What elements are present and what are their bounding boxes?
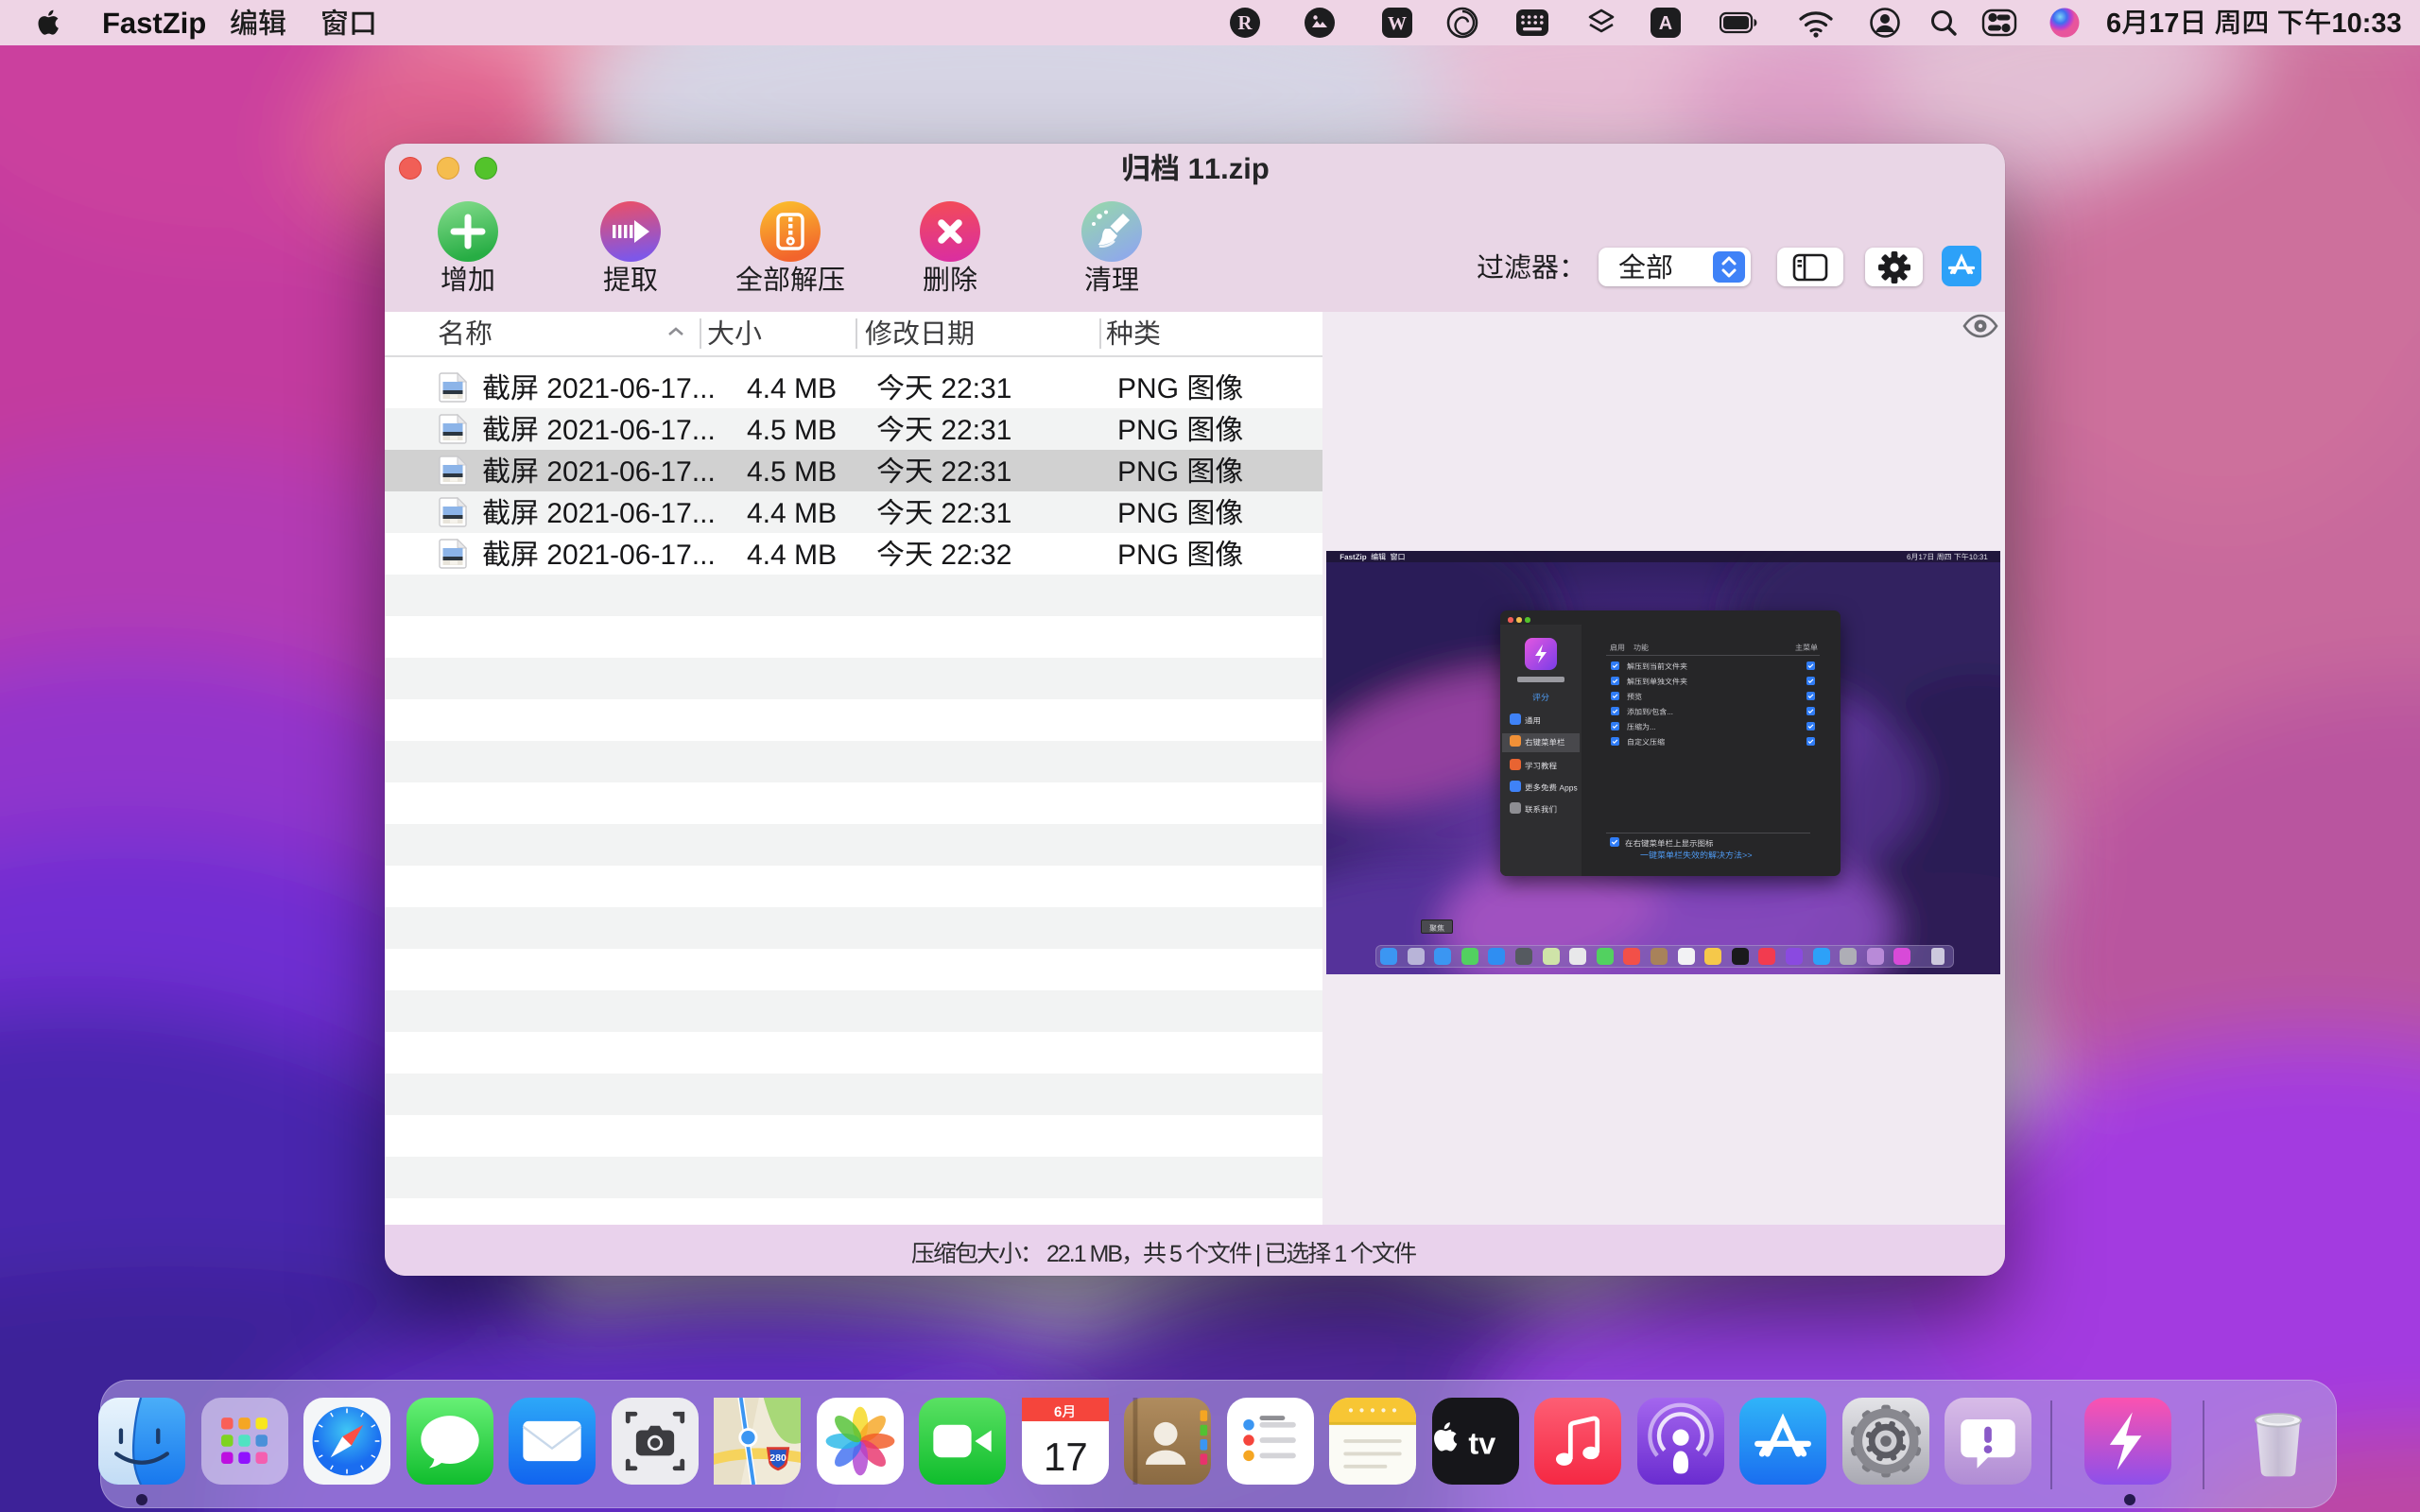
svg-text:tv: tv — [1468, 1426, 1495, 1460]
svg-text:R: R — [1237, 11, 1253, 34]
svg-text:W: W — [1388, 13, 1407, 34]
svg-text:280: 280 — [769, 1452, 786, 1464]
svg-text:A: A — [1659, 13, 1672, 34]
